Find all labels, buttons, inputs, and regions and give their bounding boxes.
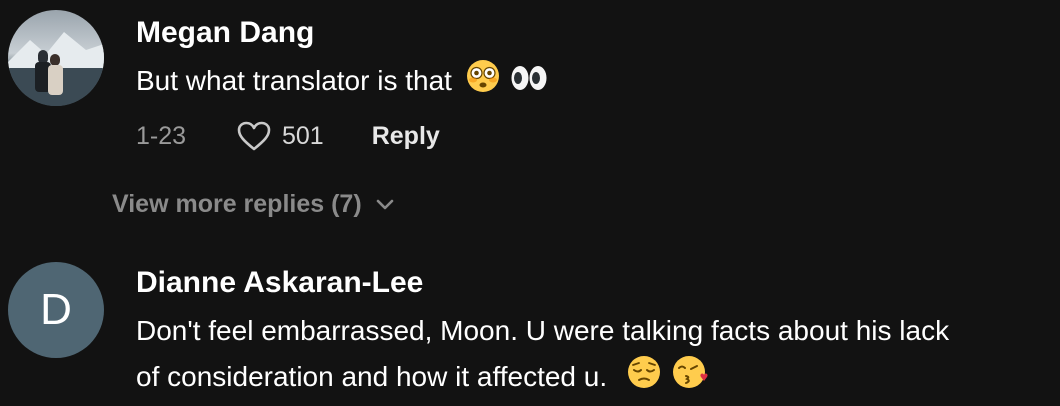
comment-date: 1-23 (136, 121, 187, 150)
kissing-heart-face-emoji-icon (672, 355, 709, 403)
comment-text-line: Don't feel embarrassed, Moon. U were tal… (136, 315, 950, 346)
avatar[interactable]: D (8, 262, 104, 358)
comment-meta: 1-23 501 Reply (136, 118, 440, 154)
eyes-emoji-icon (510, 60, 548, 106)
comment-username[interactable]: Dianne Askaran-Lee (136, 266, 423, 300)
view-more-replies-button[interactable]: View more replies (7) (112, 190, 394, 219)
reply-button[interactable]: Reply (372, 122, 440, 151)
pensive-face-emoji-icon (627, 355, 661, 403)
comment-username[interactable]: Megan Dang (136, 16, 314, 50)
comment-text-line-2-body: of consideration and how it affected u. (136, 361, 608, 392)
comment-text-body: But what translator is that (136, 65, 452, 96)
chevron-down-icon (376, 199, 393, 209)
flushed-face-emoji-icon (466, 59, 500, 107)
view-more-replies-label: View more replies (7) (112, 190, 362, 218)
like-button[interactable]: 501 (236, 120, 324, 152)
avatar[interactable] (8, 10, 104, 106)
avatar-photo-image (8, 32, 104, 106)
avatar-letter: D (40, 285, 72, 334)
comment-text: Don't feel embarrassed, Moon. U were tal… (136, 308, 1056, 403)
heart-icon (237, 121, 271, 151)
comment-text-line-2: of consideration and how it affected u. (136, 354, 1056, 403)
like-count: 501 (282, 121, 324, 150)
comment-text: But what translator is that (136, 58, 1056, 107)
